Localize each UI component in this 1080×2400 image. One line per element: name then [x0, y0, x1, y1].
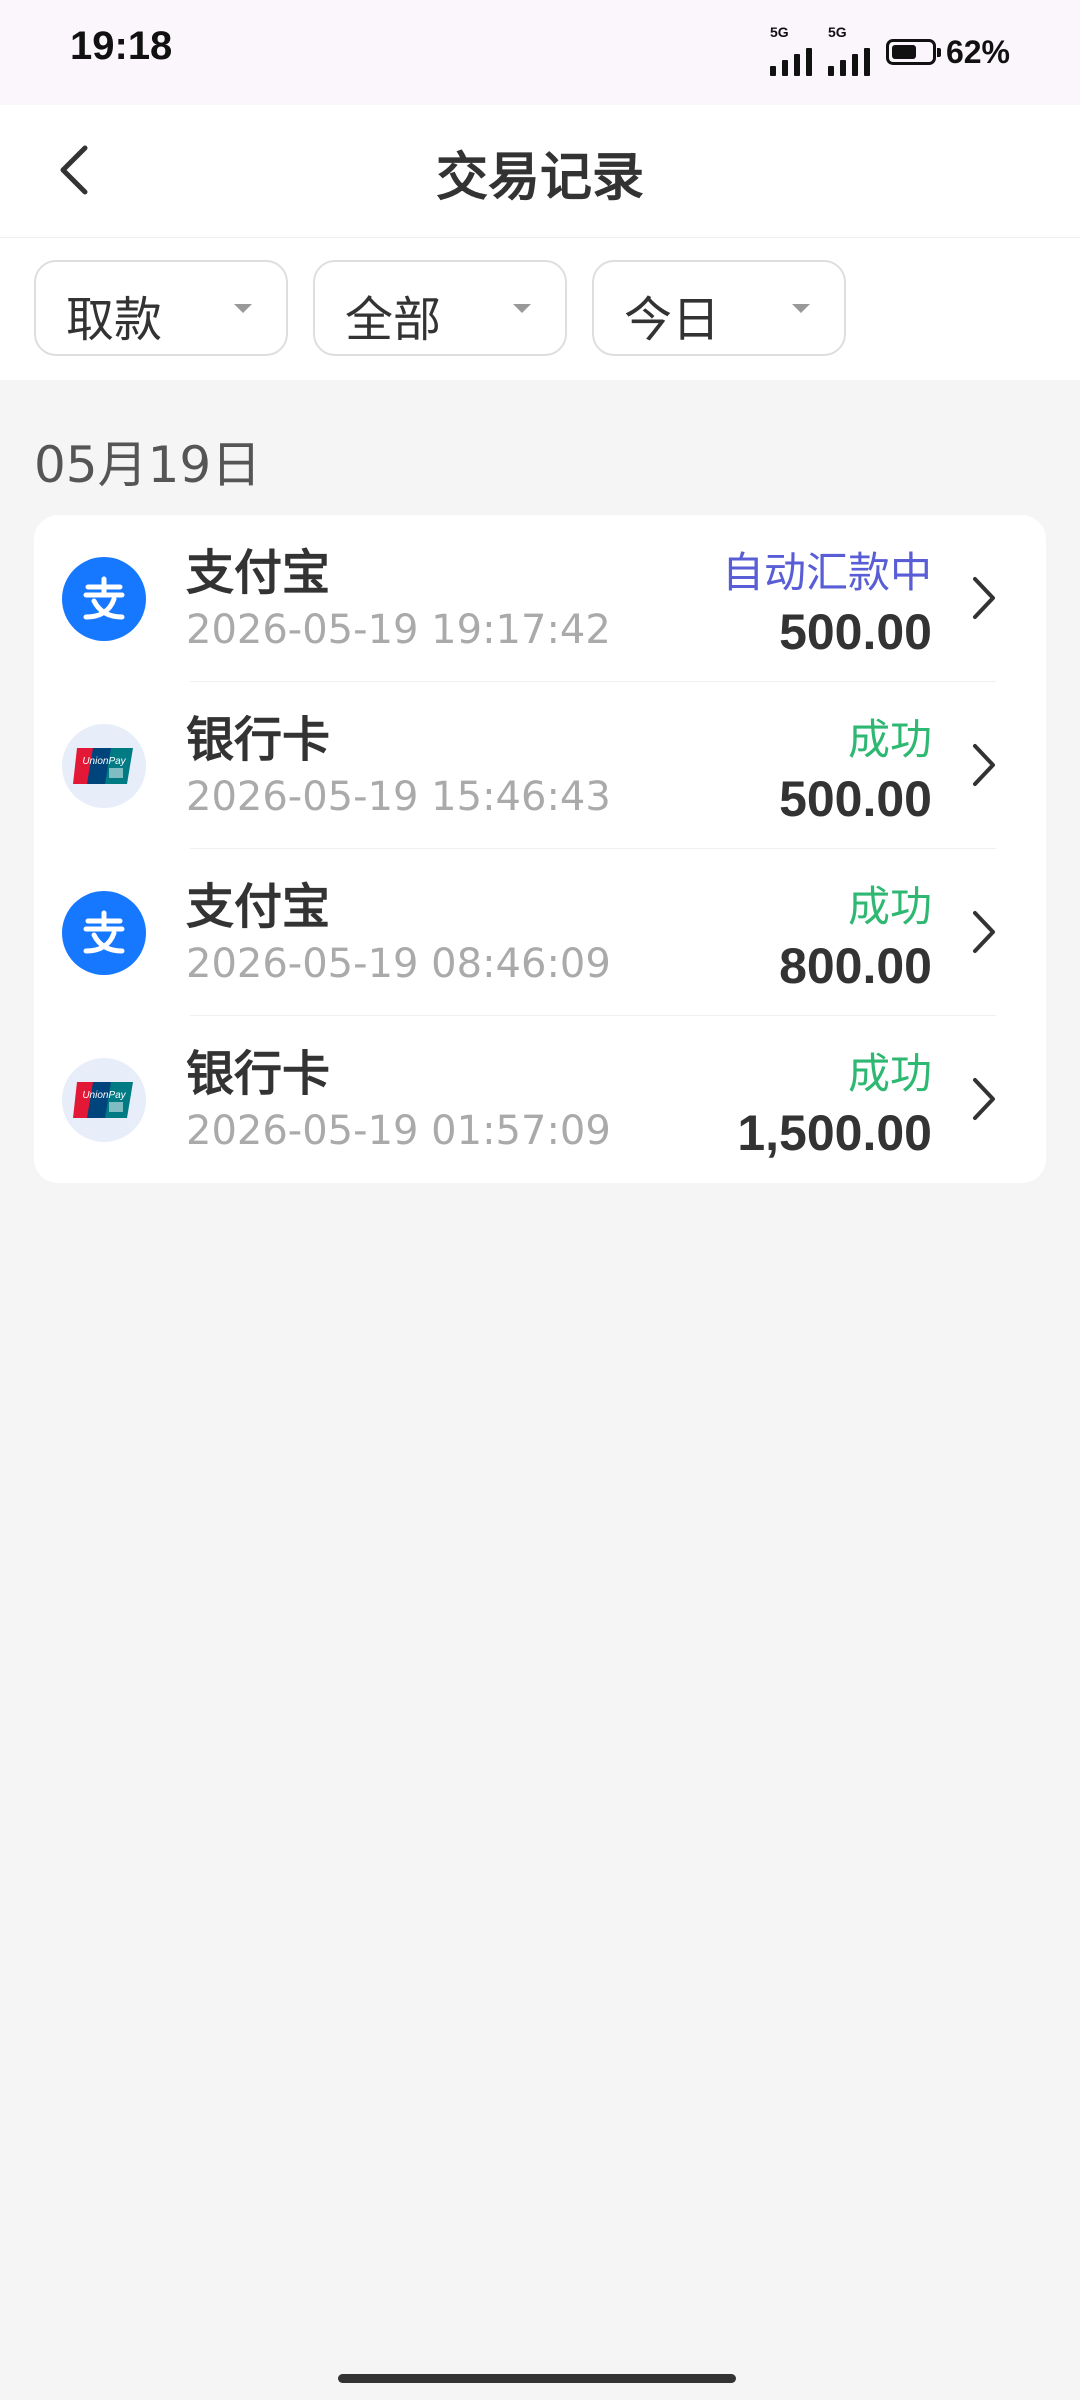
status-bar: 19:18 5G 5G 62% [0, 0, 1080, 105]
status-badge: 成功 [847, 1049, 932, 1098]
page-title: 交易记录 [435, 148, 644, 208]
signal-icon: 5G [827, 24, 870, 76]
payment-method: 支付宝 [186, 545, 331, 601]
transaction-row[interactable]: 支付宝 2026-05-19 08:46:09 成功 800.00 [34, 849, 1046, 1016]
filter-label: 全部 [345, 292, 442, 348]
transaction-amount: 500.00 [779, 771, 932, 827]
transaction-time: 2026-05-19 01:57:09 [186, 1108, 611, 1154]
transaction-row[interactable]: UnionPay 银行卡 2026-05-19 01:57:09 成功 1,50… [34, 1016, 1046, 1183]
transaction-time: 2026-05-19 08:46:09 [186, 941, 611, 987]
caret-down-icon [234, 304, 252, 313]
battery-fill [891, 45, 916, 59]
transaction-list: 支付宝 2026-05-19 19:17:42 自动汇款中 500.00 Uni… [34, 515, 1046, 1183]
transaction-amount: 1,500.00 [737, 1105, 932, 1161]
header: 交易记录 [0, 105, 1080, 238]
status-time: 19:18 [70, 24, 173, 68]
battery-icon [885, 39, 941, 65]
home-indicator[interactable] [338, 2374, 736, 2383]
transaction-amount: 800.00 [779, 938, 932, 994]
filter-bar: 取款 全部 今日 [0, 238, 1080, 380]
unionpay-icon: UnionPay [62, 724, 146, 808]
status-icons: 5G 5G 62% [769, 24, 1010, 76]
chevron-right-icon [964, 1074, 1004, 1124]
chevron-right-icon [964, 907, 1004, 957]
unionpay-icon: UnionPay [62, 1058, 146, 1142]
status-badge: 成功 [847, 715, 932, 764]
transaction-row[interactable]: UnionPay 银行卡 2026-05-19 15:46:43 成功 500.… [34, 682, 1046, 849]
alipay-icon [62, 557, 146, 641]
svg-text:UnionPay: UnionPay [82, 756, 126, 767]
caret-down-icon [792, 304, 810, 313]
date-group-label: 05月19日 [34, 436, 262, 494]
date-filter-dropdown[interactable]: 今日 [592, 260, 846, 356]
status-badge: 自动汇款中 [721, 548, 932, 597]
caret-down-icon [513, 304, 531, 313]
alipay-icon [62, 891, 146, 975]
battery-percent: 62% [945, 33, 1010, 70]
filter-label: 今日 [624, 292, 721, 348]
network-type-label: 5G [827, 24, 847, 40]
payment-method: 银行卡 [186, 712, 331, 768]
transaction-time: 2026-05-19 19:17:42 [186, 607, 611, 653]
type-filter-dropdown[interactable]: 取款 [34, 260, 288, 356]
chevron-right-icon [964, 573, 1004, 623]
transaction-amount: 500.00 [779, 604, 932, 660]
filter-label: 取款 [66, 292, 163, 348]
svg-text:UnionPay: UnionPay [82, 1090, 126, 1101]
transaction-time: 2026-05-19 15:46:43 [186, 774, 611, 820]
payment-method: 支付宝 [186, 879, 331, 935]
transaction-row[interactable]: 支付宝 2026-05-19 19:17:42 自动汇款中 500.00 [34, 515, 1046, 682]
network-type-label: 5G [769, 24, 789, 40]
payment-method: 银行卡 [186, 1046, 331, 1102]
battery-indicator: 62% [885, 33, 1010, 71]
chevron-right-icon [964, 740, 1004, 790]
status-filter-dropdown[interactable]: 全部 [313, 260, 567, 356]
signal-icon: 5G [769, 24, 812, 76]
status-badge: 成功 [847, 882, 932, 931]
